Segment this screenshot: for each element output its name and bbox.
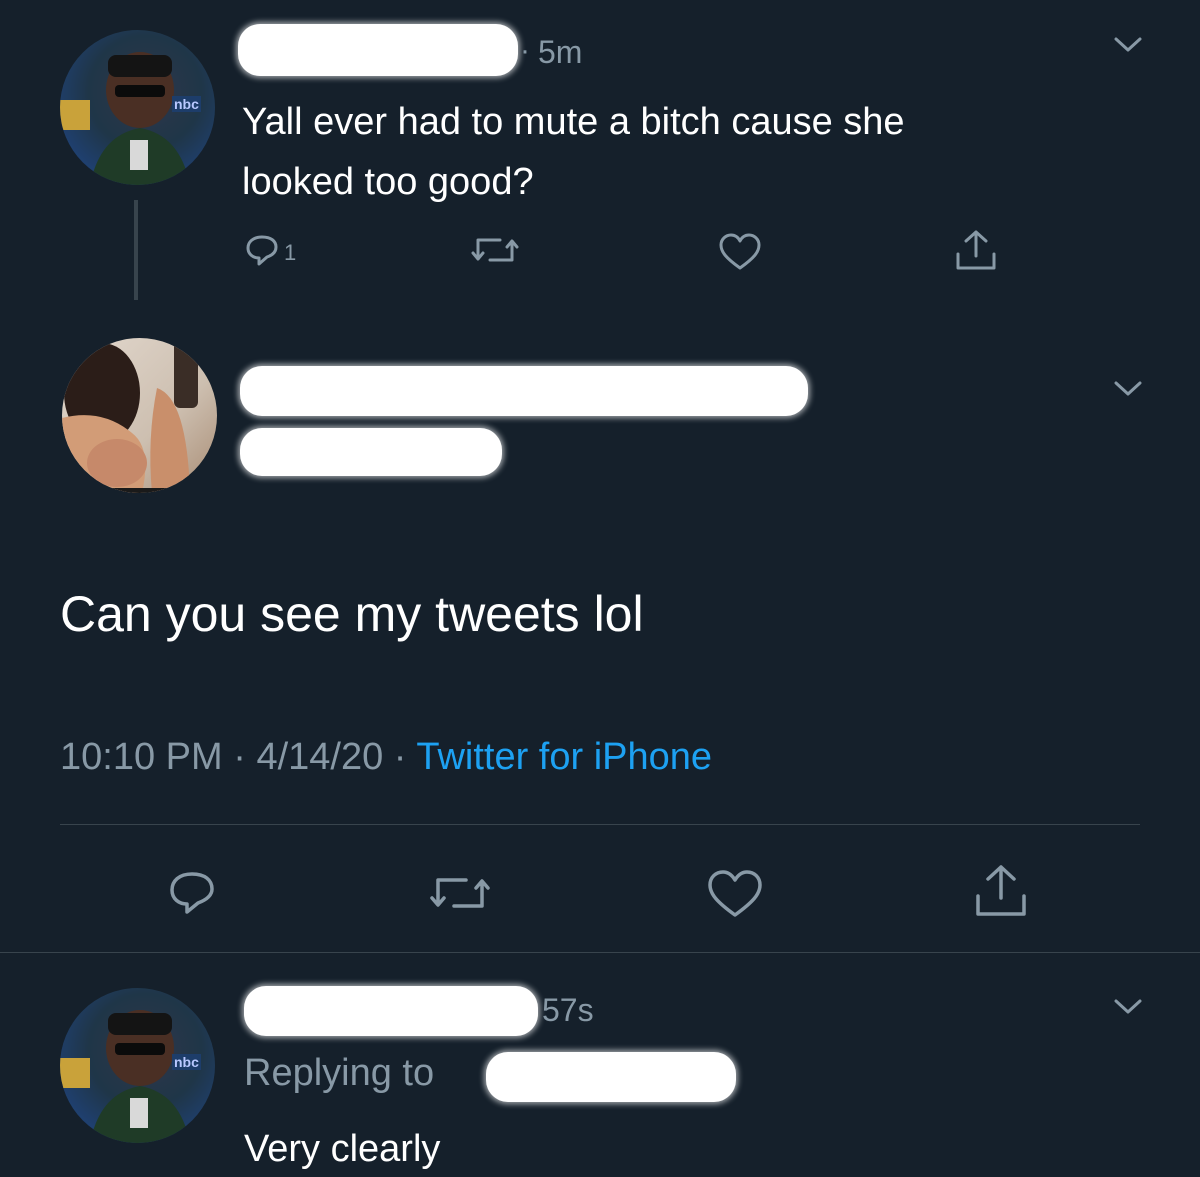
redacted-reply-handle — [486, 1052, 736, 1102]
avatar-badge: nbc — [172, 96, 201, 112]
reply-icon[interactable] — [166, 868, 218, 918]
replying-to-label: Replying to — [244, 1052, 435, 1094]
like-icon[interactable] — [706, 868, 764, 920]
thread-connector-line — [134, 200, 138, 300]
redacted-display-name — [244, 986, 538, 1036]
tweet-timestamp[interactable]: 10:10 PM — [60, 736, 223, 778]
share-icon[interactable] — [970, 862, 1032, 920]
avatar-badge: nbc — [172, 1054, 201, 1070]
tweet-time[interactable]: 5m — [538, 34, 582, 71]
redacted-display-name — [238, 24, 518, 76]
tweet-text-line: Yall ever had to mute a bitch cause she — [242, 101, 905, 143]
chevron-down-icon[interactable] — [1112, 996, 1144, 1018]
tweet-text-line: looked too good? — [242, 161, 534, 203]
tweet-date[interactable]: 4/14/20 — [256, 736, 383, 778]
tweet-time[interactable]: 57s — [542, 992, 594, 1029]
redacted-username — [240, 428, 502, 476]
tweet-source-link[interactable]: Twitter for iPhone — [416, 736, 712, 778]
chevron-down-icon[interactable] — [1112, 378, 1144, 400]
divider — [60, 824, 1140, 825]
meta-separator: · — [393, 736, 407, 778]
tweet-text: Very clearly — [244, 1128, 441, 1170]
retweet-icon[interactable] — [470, 232, 520, 268]
chevron-down-icon[interactable] — [1112, 34, 1144, 56]
share-icon[interactable] — [952, 228, 1000, 272]
retweet-icon[interactable] — [428, 870, 492, 916]
tweet-meta: 10:10 PM · 4/14/20 · Twitter for iPhone — [60, 734, 712, 780]
tweet-separator: · — [520, 34, 530, 67]
divider — [0, 952, 1200, 953]
reply-icon[interactable] — [244, 232, 280, 268]
tweet-text: Can you see my tweets lol — [60, 586, 644, 642]
like-icon[interactable] — [718, 232, 762, 272]
redacted-display-name — [240, 366, 808, 416]
tweet-text: Yall ever had to mute a bitch cause she … — [242, 92, 905, 212]
reply-count: 1 — [284, 240, 297, 265]
meta-separator: · — [233, 736, 246, 778]
avatar[interactable] — [62, 338, 217, 493]
